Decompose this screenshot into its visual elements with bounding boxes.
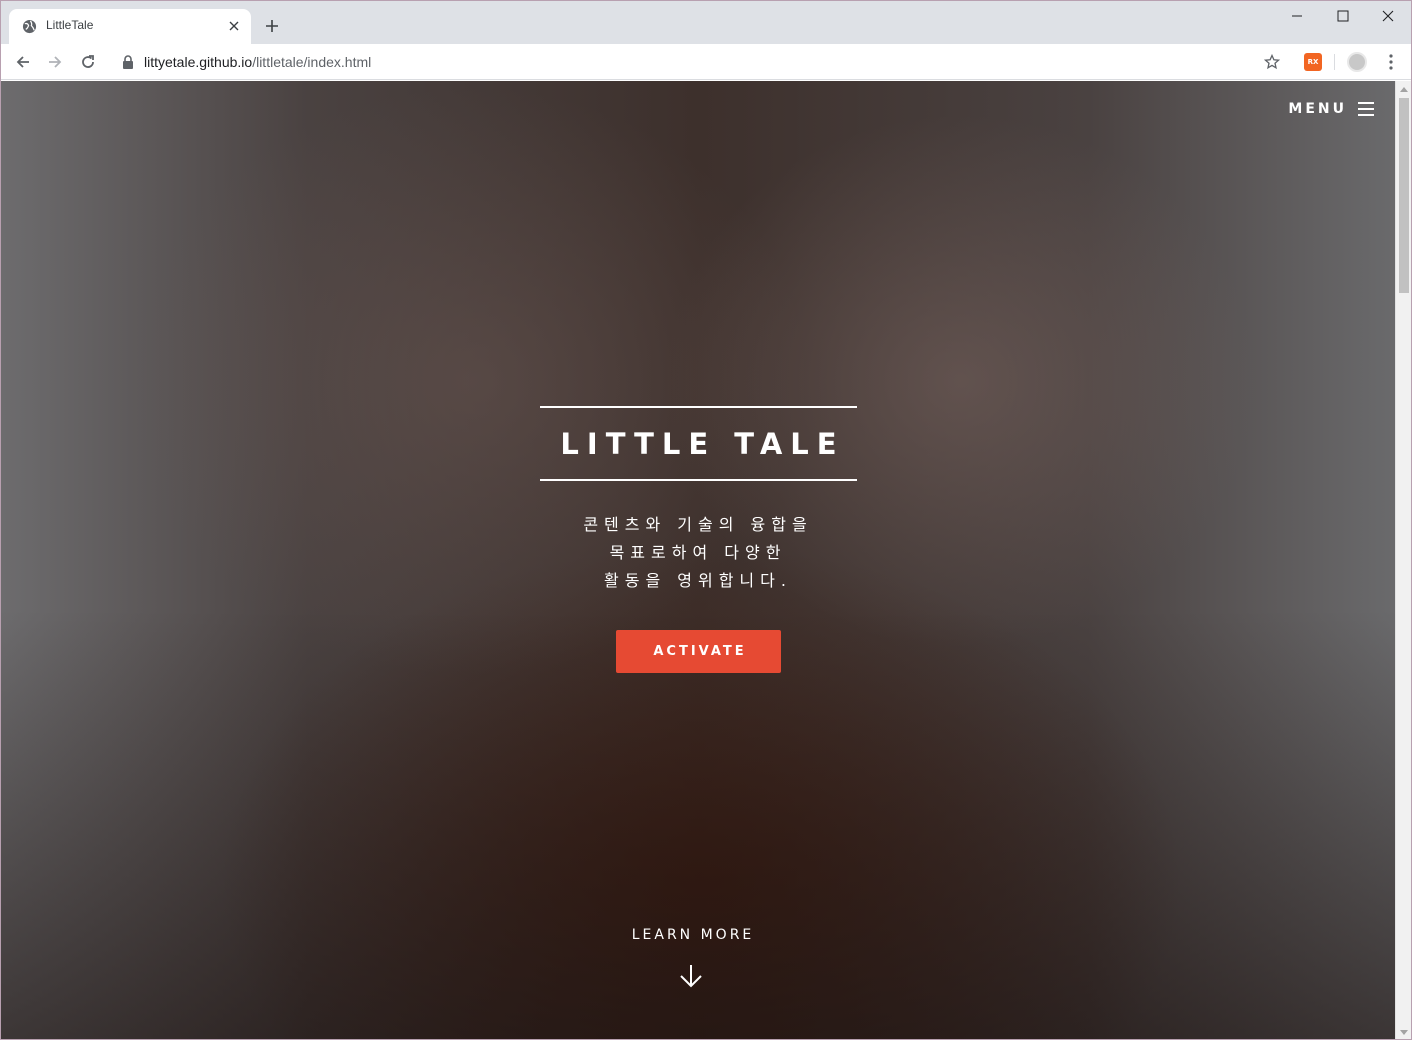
tab-title: LittleTale bbox=[46, 18, 94, 32]
learn-more-link[interactable]: LEARN MORE bbox=[598, 927, 788, 943]
toolbar-divider bbox=[1334, 54, 1335, 70]
tab-strip: LittleTale bbox=[1, 1, 1411, 44]
reload-icon[interactable] bbox=[74, 48, 102, 76]
close-window-icon[interactable] bbox=[1365, 1, 1411, 31]
extension-icon[interactable]: RX bbox=[1304, 53, 1322, 71]
activate-button[interactable]: ACTIVATE bbox=[616, 630, 781, 673]
title-frame: LITTLE TALE bbox=[540, 406, 857, 481]
hamburger-icon bbox=[1358, 102, 1374, 116]
scroll-up-icon[interactable] bbox=[1396, 81, 1411, 97]
url-host: littyetale.github.io bbox=[144, 54, 253, 70]
forward-arrow-icon[interactable] bbox=[41, 48, 69, 76]
page-title: LITTLE TALE bbox=[560, 426, 845, 461]
page-viewport: MENU LITTLE TALE 콘텐츠와 기술의 융합을 목표로하여 다양한 … bbox=[1, 81, 1395, 1039]
url-text: littyetale.github.io/littletale/index.ht… bbox=[144, 54, 371, 70]
close-tab-icon[interactable] bbox=[225, 17, 243, 35]
globe-icon bbox=[22, 19, 37, 34]
browser-window: LittleTale littyetale.github.io/littleta… bbox=[0, 0, 1412, 1040]
maximize-icon[interactable] bbox=[1320, 1, 1366, 31]
address-bar[interactable]: littyetale.github.io/littletale/index.ht… bbox=[111, 47, 1291, 77]
lock-icon bbox=[123, 55, 133, 69]
bookmark-star-icon[interactable] bbox=[1264, 54, 1280, 70]
subtitle-line: 목표로하여 다양한 bbox=[609, 543, 787, 562]
arrow-down-icon[interactable] bbox=[679, 963, 703, 989]
url-path: /littletale/index.html bbox=[252, 54, 372, 70]
new-tab-icon[interactable] bbox=[262, 16, 282, 36]
profile-avatar[interactable] bbox=[1347, 52, 1367, 72]
back-arrow-icon[interactable] bbox=[9, 48, 37, 76]
vertical-scrollbar[interactable] bbox=[1395, 81, 1411, 1039]
subtitle-line: 콘텐츠와 기술의 융합을 bbox=[583, 515, 813, 534]
browser-tab[interactable]: LittleTale bbox=[9, 9, 251, 44]
subtitle: 콘텐츠와 기술의 융합을 목표로하여 다양한 활동을 영위합니다. bbox=[498, 511, 898, 595]
scroll-down-icon[interactable] bbox=[1396, 1025, 1411, 1039]
minimize-icon[interactable] bbox=[1274, 1, 1320, 31]
menu-button[interactable]: MENU bbox=[1288, 99, 1375, 119]
more-menu-icon[interactable] bbox=[1381, 52, 1401, 72]
hero-section: MENU LITTLE TALE 콘텐츠와 기술의 융합을 목표로하여 다양한 … bbox=[1, 81, 1395, 1039]
subtitle-line: 활동을 영위합니다. bbox=[604, 571, 792, 590]
browser-toolbar: littyetale.github.io/littletale/index.ht… bbox=[1, 44, 1411, 80]
scroll-thumb[interactable] bbox=[1399, 98, 1409, 293]
menu-label: MENU bbox=[1288, 101, 1347, 117]
